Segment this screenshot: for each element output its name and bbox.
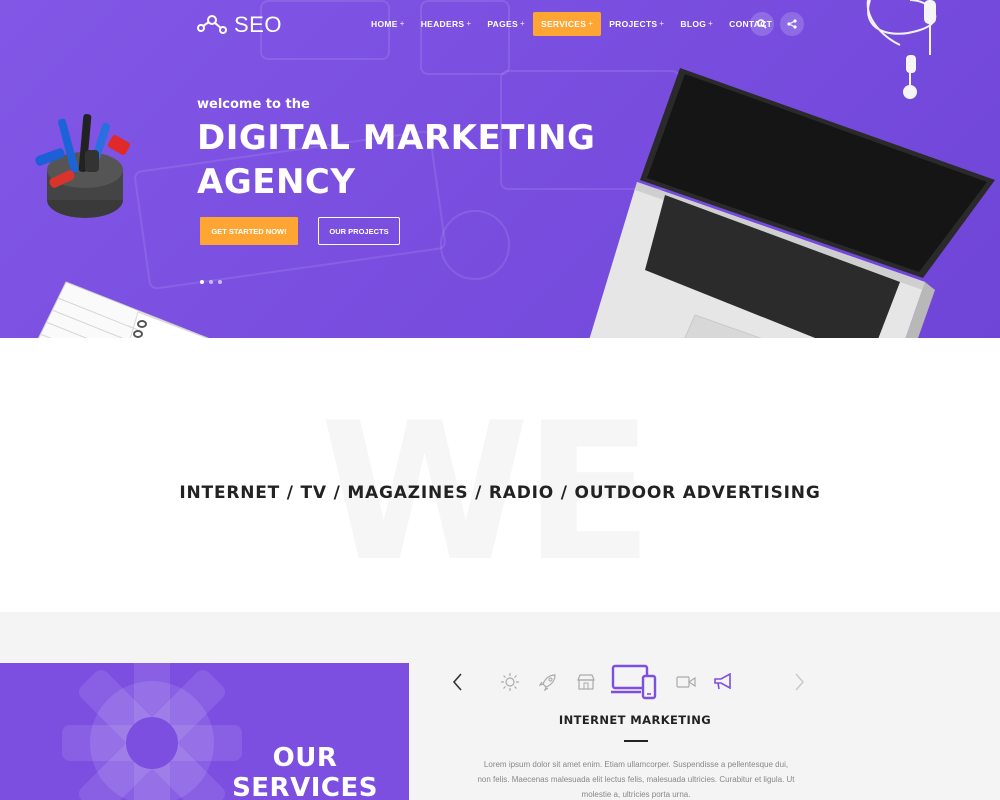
sun-icon xyxy=(501,673,519,691)
plus-icon: + xyxy=(399,19,405,28)
headline-line: DIGITAL MARKETING xyxy=(197,118,596,158)
nav-label: SERVICES xyxy=(540,19,587,29)
plus-icon: + xyxy=(466,19,472,28)
get-started-button[interactable]: GET STARTED NOW! xyxy=(200,217,298,245)
service-rocket[interactable] xyxy=(538,662,558,702)
logo-icon xyxy=(197,15,227,34)
gear-icon xyxy=(62,663,242,800)
nav-label: BLOG xyxy=(680,19,707,29)
description-line: molestie a, ultricies porta urna. xyxy=(581,790,691,799)
heading-line: OUR xyxy=(272,743,338,773)
plus-icon: + xyxy=(519,19,525,28)
nav-item-projects[interactable]: PROJECTS + xyxy=(601,12,672,36)
our-services-heading: OUR SERVICES xyxy=(230,743,380,800)
service-video[interactable] xyxy=(676,662,696,702)
background-shape xyxy=(440,210,510,280)
site-logo[interactable]: SEO xyxy=(196,12,282,38)
nav-item-services[interactable]: SERVICES + xyxy=(532,12,602,36)
plus-icon: + xyxy=(588,19,594,28)
service-megaphone[interactable] xyxy=(712,662,734,702)
search-button[interactable] xyxy=(750,12,774,36)
description-line: non felis. Maecenas malesuada elit lectu… xyxy=(477,775,795,784)
nav-label: HEADERS xyxy=(420,19,465,29)
nav-label: PROJECTS xyxy=(609,19,658,29)
megaphone-icon xyxy=(714,673,731,690)
main-nav: HOME + HEADERS + PAGES + SERVICES + PROJ… xyxy=(363,12,780,36)
hero-headline: DIGITAL MARKETING AGENCY xyxy=(197,116,617,204)
video-camera-icon xyxy=(676,676,696,688)
service-sun[interactable] xyxy=(500,662,520,702)
heading-line: SERVICES xyxy=(232,773,378,800)
description-line: Lorem ipsum dolor sit amet enim. Etiam u… xyxy=(483,760,789,769)
nav-item-headers[interactable]: HEADERS + xyxy=(413,12,480,36)
rocket-icon xyxy=(539,674,556,691)
nav-item-blog[interactable]: BLOG + xyxy=(672,12,721,36)
hero-welcome: welcome to the xyxy=(197,97,310,112)
service-description: Lorem ipsum dolor sit amet enim. Etiam u… xyxy=(466,757,806,800)
plus-icon: + xyxy=(659,19,665,28)
headline-line: AGENCY xyxy=(197,162,356,202)
share-icon xyxy=(787,19,797,29)
service-store[interactable] xyxy=(576,662,596,702)
logo-text: SEO xyxy=(234,12,282,37)
title-underline xyxy=(624,740,648,742)
service-title: INTERNET MARKETING xyxy=(558,713,712,727)
carousel-next-arrow-icon[interactable] xyxy=(792,672,806,692)
store-icon xyxy=(577,674,595,690)
media-tagline: INTERNET / TV / MAGAZINES / RADIO / OUTD… xyxy=(179,483,821,503)
nav-label: HOME xyxy=(371,19,398,29)
services-icon-carousel xyxy=(500,662,734,702)
carousel-prev-arrow-icon[interactable] xyxy=(451,672,465,692)
nav-label: PAGES xyxy=(487,19,518,29)
our-projects-button[interactable]: OUR PROJECTS xyxy=(318,217,400,245)
nav-item-home[interactable]: HOME + xyxy=(363,12,413,36)
nav-item-pages[interactable]: PAGES + xyxy=(479,12,533,36)
devices-icon xyxy=(611,664,657,700)
search-icon xyxy=(757,19,767,29)
plus-icon: + xyxy=(708,19,714,28)
service-devices[interactable] xyxy=(610,662,658,702)
share-button[interactable] xyxy=(780,12,804,36)
we-section: WE INTERNET / TV / MAGAZINES / RADIO / O… xyxy=(0,338,1000,612)
services-heading-panel: OUR SERVICES xyxy=(0,663,409,800)
pen-holder-image xyxy=(35,114,131,218)
